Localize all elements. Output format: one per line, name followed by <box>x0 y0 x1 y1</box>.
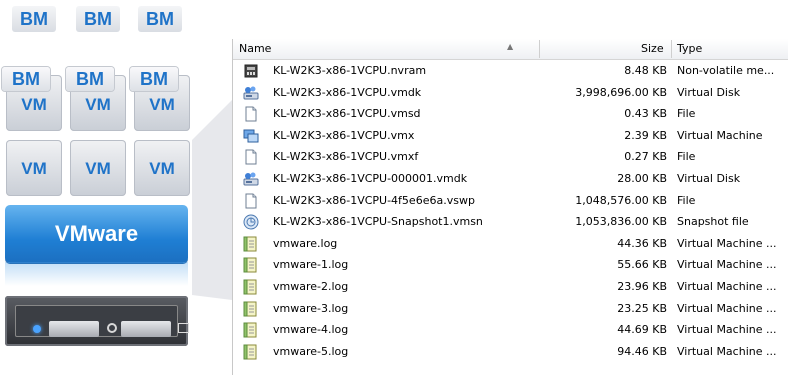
log-icon <box>243 344 259 360</box>
file-size: 44.69 KB <box>617 323 667 337</box>
file-type: Virtual Machine <box>677 128 763 142</box>
file-type: File <box>677 193 696 207</box>
file-name: vmware-1.log <box>273 258 349 272</box>
file-name: KL-W2K3-x86-1VCPU-Snapshot1.vmsn <box>273 215 483 229</box>
file-name: vmware-2.log <box>273 280 349 293</box>
file-type: Virtual Machine ... <box>677 280 777 293</box>
file-type: Snapshot file <box>677 215 749 229</box>
column-header: Name ▲ Size Type <box>233 39 788 60</box>
file-type: Virtual Machine ... <box>677 323 777 337</box>
file-name: KL-W2K3-x86-1VCPU.nvram <box>273 64 427 77</box>
file-row[interactable]: KL-W2K3-x86-1VCPU.vmxf 0.27 KB File <box>233 147 788 168</box>
column-name-header[interactable]: Name <box>239 42 271 55</box>
file-type: Non-volatile me... <box>677 64 775 77</box>
file-row[interactable]: vmware.log 44.36 KB Virtual Machine ... <box>233 234 788 255</box>
file-size: 44.36 KB <box>617 236 667 250</box>
virtual-disk-icon <box>243 85 259 101</box>
file-row[interactable]: vmware-5.log 94.46 KB Virtual Machine ... <box>233 342 788 363</box>
file-type: Virtual Machine ... <box>677 236 777 250</box>
file-type: Virtual Machine ... <box>677 301 777 315</box>
file-size: 23.96 KB <box>617 280 667 293</box>
sort-ascending-icon: ▲ <box>507 42 514 51</box>
log-icon <box>243 236 259 252</box>
file-name: KL-W2K3-x86-1VCPU.vmdk <box>273 85 422 99</box>
file-type: File <box>677 150 696 164</box>
file-name: vmware-5.log <box>273 344 349 358</box>
file-row[interactable]: vmware-2.log 23.96 KB Virtual Machine ... <box>233 277 788 298</box>
file-name: KL-W2K3-x86-1VCPU.vmsd <box>273 107 421 121</box>
file-name: vmware.log <box>273 236 338 250</box>
file-type: Virtual Disk <box>677 85 741 99</box>
file-row[interactable]: KL-W2K3-x86-1VCPU.vmsd 0.43 KB File <box>233 104 788 125</box>
virtual-disk-icon <box>243 171 259 187</box>
log-icon <box>243 301 259 317</box>
file-row[interactable]: vmware-3.log 23.25 KB Virtual Machine ... <box>233 299 788 320</box>
file-size: 55.66 KB <box>617 258 667 272</box>
file-type: Virtual Machine ... <box>677 344 777 358</box>
log-icon <box>243 257 259 273</box>
file-name: vmware-4.log <box>273 323 349 337</box>
file-name: KL-W2K3-x86-1VCPU-000001.vmdk <box>273 172 468 185</box>
file-size: 1,048,576.00 KB <box>575 193 667 207</box>
zoom-connector <box>192 100 232 300</box>
log-icon <box>243 322 259 338</box>
file-name: vmware-3.log <box>273 301 349 315</box>
column-type-header[interactable]: Type <box>677 42 702 55</box>
file-size: 0.43 KB <box>624 107 667 121</box>
file-size: 3,998,696.00 KB <box>575 85 667 99</box>
file-type: Virtual Disk <box>677 172 741 185</box>
file-row[interactable]: vmware-1.log 55.66 KB Virtual Machine ... <box>233 255 788 276</box>
file-type: Virtual Machine ... <box>677 258 777 272</box>
snapshot-icon <box>243 214 259 230</box>
file-name: KL-W2K3-x86-1VCPU.vmxf <box>273 150 419 164</box>
file-row[interactable]: KL-W2K3-x86-1VCPU-000001.vmdk 28.00 KB Vir… <box>233 169 788 190</box>
file-row[interactable]: vmware-4.log 44.69 KB Virtual Machine ... <box>233 320 788 341</box>
column-size-header[interactable]: Size <box>641 42 664 55</box>
log-icon <box>243 279 259 295</box>
column-divider[interactable] <box>671 40 672 58</box>
file-row[interactable]: KL-W2K3-x86-1VCPU.vmdk 3,998,696.00 KB Vir… <box>233 83 788 104</box>
file-size: 28.00 KB <box>617 172 667 185</box>
virtual-machine-icon <box>243 128 259 144</box>
file-size: 0.27 KB <box>624 150 667 164</box>
file-size: 1,053,836.00 KB <box>575 215 667 229</box>
file-row[interactable]: KL-W2K3-x86-1VCPU-Snapshot1.vmsn 1,053,83… <box>233 212 788 233</box>
file-size: 94.46 KB <box>617 344 667 358</box>
file-size: 8.48 KB <box>624 64 667 77</box>
column-divider[interactable] <box>539 40 540 58</box>
file-list: Name ▲ Size Type KL-W2K3-x86-1VCPU.nvram… <box>232 39 788 375</box>
file-row[interactable]: KL-W2K3-x86-1VCPU-4f5e6e6a.vswp 1,048,576… <box>233 191 788 212</box>
file-name: KL-W2K3-x86-1VCPU.vmx <box>273 128 415 142</box>
file-name: KL-W2K3-x86-1VCPU-4f5e6e6a.vswp <box>273 193 475 207</box>
file-icon <box>243 106 259 122</box>
file-row[interactable]: KL-W2K3-x86-1VCPU.vmx 2.39 KB Virtual Mach… <box>233 126 788 147</box>
file-size: 23.25 KB <box>617 301 667 315</box>
nvram-icon <box>243 63 259 79</box>
file-icon <box>243 149 259 165</box>
file-icon <box>243 193 259 209</box>
file-size: 2.39 KB <box>624 128 667 142</box>
file-row[interactable]: KL-W2K3-x86-1VCPU.nvram 8.48 KB Non-volati… <box>233 61 788 82</box>
file-type: File <box>677 107 696 121</box>
